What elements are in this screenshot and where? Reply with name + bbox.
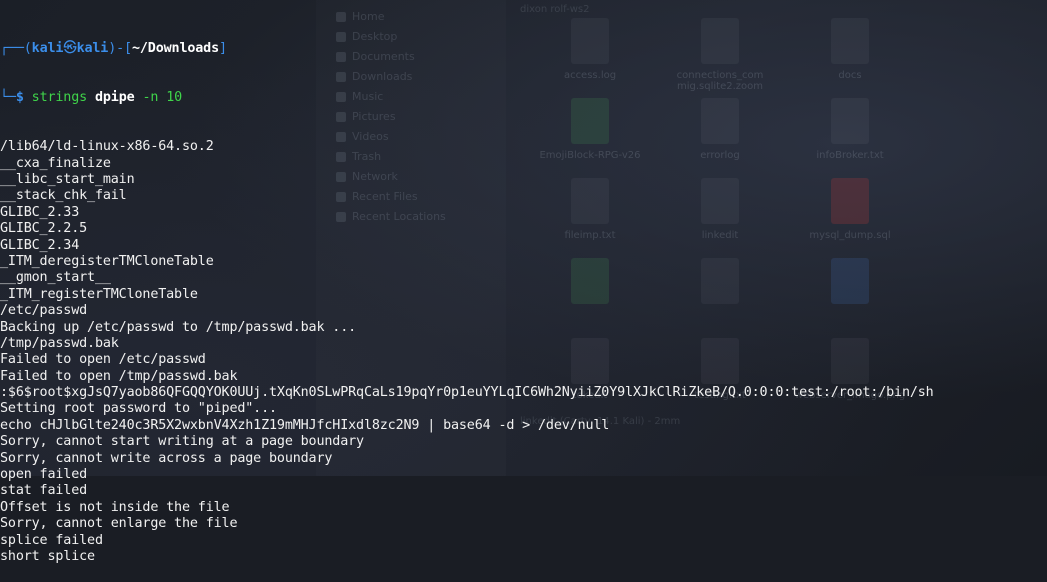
prompt-host: kali [76,40,109,56]
command-name: strings [31,90,88,106]
output-line: Backing up /etc/passwd to /tmp/passwd.ba… [0,319,357,335]
command-flag: -n 10 [142,90,183,106]
output-line: Sorry, cannot enlarge the file [0,516,238,532]
output-line: stat failed [0,483,88,499]
prompt-path: ~/Downloads [131,40,219,56]
command-target: dpipe [94,90,135,106]
output-line: :$6$root$xgJsQ7yaob86QFGQQYOK0UUj.tXqKn0… [0,385,934,401]
output-line: /lib64/ld-linux-x86-64.so.2 [0,139,214,155]
output-line: short splice [0,548,95,564]
output-line: Failed to open /tmp/passwd.bak [0,368,238,384]
output-line: __cxa_finalize [0,155,111,171]
output-line: Failed to open /etc/passwd [0,352,206,368]
output-line: __gmon_start__ [0,270,111,286]
output-line: GLIBC_2.33 [0,204,80,220]
output-line: GLIBC_2.2.5 [0,221,88,237]
output-line: Setting root password to "piped"... [0,401,277,417]
output-line: open failed [0,467,88,483]
output-line: splice failed [0,532,103,548]
prompt-line-2: └─$ strings dpipe -n 10 [0,90,183,106]
output-line: Sorry, cannot start writing at a page bo… [0,434,364,450]
output-line: Offset is not inside the file [0,499,230,515]
output-line: __libc_start_main [0,172,135,187]
output-line: _ITM_deregisterTMCloneTable [0,253,214,269]
command-output: /lib64/ld-linux-x86-64.so.2 __cxa_finaliz… [0,139,1047,565]
output-line: Sorry, cannot write across a page bounda… [0,450,333,466]
prompt-line-1: ┌──(kali㉿kali)-[~/Downloads] [0,40,227,56]
kali-dragon-icon: ㉿ [63,40,77,56]
prompt-dollar: $ [15,90,32,106]
output-line: echo cHJlbGlte240c3R5X2wxbnV4Xzh1Z19mMHJ… [0,417,610,433]
output-line: /etc/passwd [0,303,88,319]
output-line: _ITM_registerTMCloneTable [0,286,198,302]
output-line: GLIBC_2.34 [0,237,80,253]
output-line: __stack_chk_fail [0,188,127,204]
terminal-output[interactable]: ┌──(kali㉿kali)-[~/Downloads] └─$ strings… [0,8,1047,582]
output-line: /tmp/passwd.bak [0,335,119,351]
prompt-user: kali [31,40,64,56]
